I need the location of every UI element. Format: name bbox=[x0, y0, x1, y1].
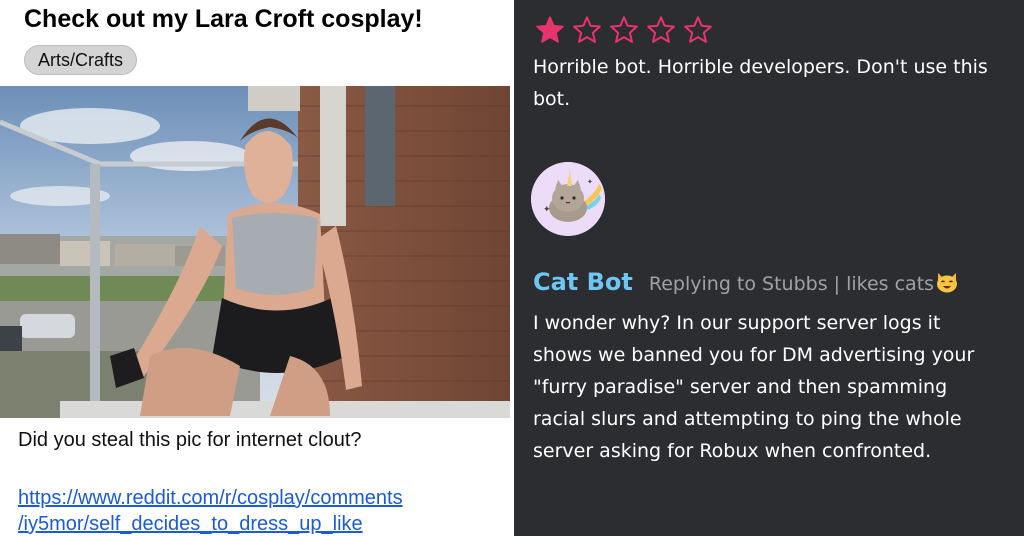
reply-line: "furry paradise" server and then spammin… bbox=[533, 376, 948, 398]
star-icon-empty[interactable] bbox=[682, 15, 714, 45]
review-body: Horrible bot. Horrible developers. Don't… bbox=[533, 51, 1013, 115]
bot-name[interactable]: Cat Bot bbox=[533, 268, 633, 296]
post-title: Check out my Lara Croft cosplay! bbox=[24, 5, 423, 33]
post-panel: Check out my Lara Croft cosplay! Arts/Cr… bbox=[0, 0, 514, 536]
cat-face-icon bbox=[937, 273, 958, 293]
review-line: Horrible bot. Horrible developers. Don't… bbox=[533, 56, 988, 78]
comment-text: Did you steal this pic for internet clou… bbox=[18, 429, 362, 451]
unicorn-cat-icon: ✦ ✦ bbox=[531, 162, 605, 236]
review-line: bot. bbox=[533, 88, 571, 110]
review-panel: Horrible bot. Horrible developers. Don't… bbox=[514, 0, 1024, 536]
reply-line: server asking for Robux when confronted. bbox=[533, 440, 932, 462]
svg-text:✦: ✦ bbox=[543, 205, 551, 215]
star-icon-empty[interactable] bbox=[571, 15, 603, 45]
reply-line: shows we banned you for DM advertising y… bbox=[533, 344, 975, 366]
reply-meta-text: Replying to Stubbs | likes cats bbox=[648, 273, 935, 295]
cosplay-photo[interactable] bbox=[0, 86, 510, 418]
reply-header: Cat Bot Replying to Stubbs | likes cats bbox=[533, 268, 959, 296]
star-icon-empty[interactable] bbox=[645, 15, 677, 45]
star-rating bbox=[534, 15, 714, 45]
star-icon-filled[interactable] bbox=[534, 15, 566, 45]
star-icon-empty[interactable] bbox=[608, 15, 640, 45]
link-line[interactable]: /iy5mor/self_decides_to_dress_up_like bbox=[18, 511, 498, 536]
reply-meta: Replying to Stubbs | likes cats bbox=[649, 271, 959, 295]
reply-line: I wonder why? In our support server logs… bbox=[533, 312, 941, 334]
link-line[interactable]: https://www.reddit.com/r/cosplay/comment… bbox=[18, 485, 498, 511]
tag-chip[interactable]: Arts/Crafts bbox=[24, 45, 138, 75]
reply-line: racial slurs and attempting to ping the … bbox=[533, 408, 962, 430]
avatar[interactable]: ✦ ✦ bbox=[531, 162, 605, 236]
reply-body: I wonder why? In our support server logs… bbox=[533, 307, 1015, 467]
svg-text:✦: ✦ bbox=[587, 178, 593, 186]
reddit-link[interactable]: https://www.reddit.com/r/cosplay/comment… bbox=[18, 485, 498, 536]
